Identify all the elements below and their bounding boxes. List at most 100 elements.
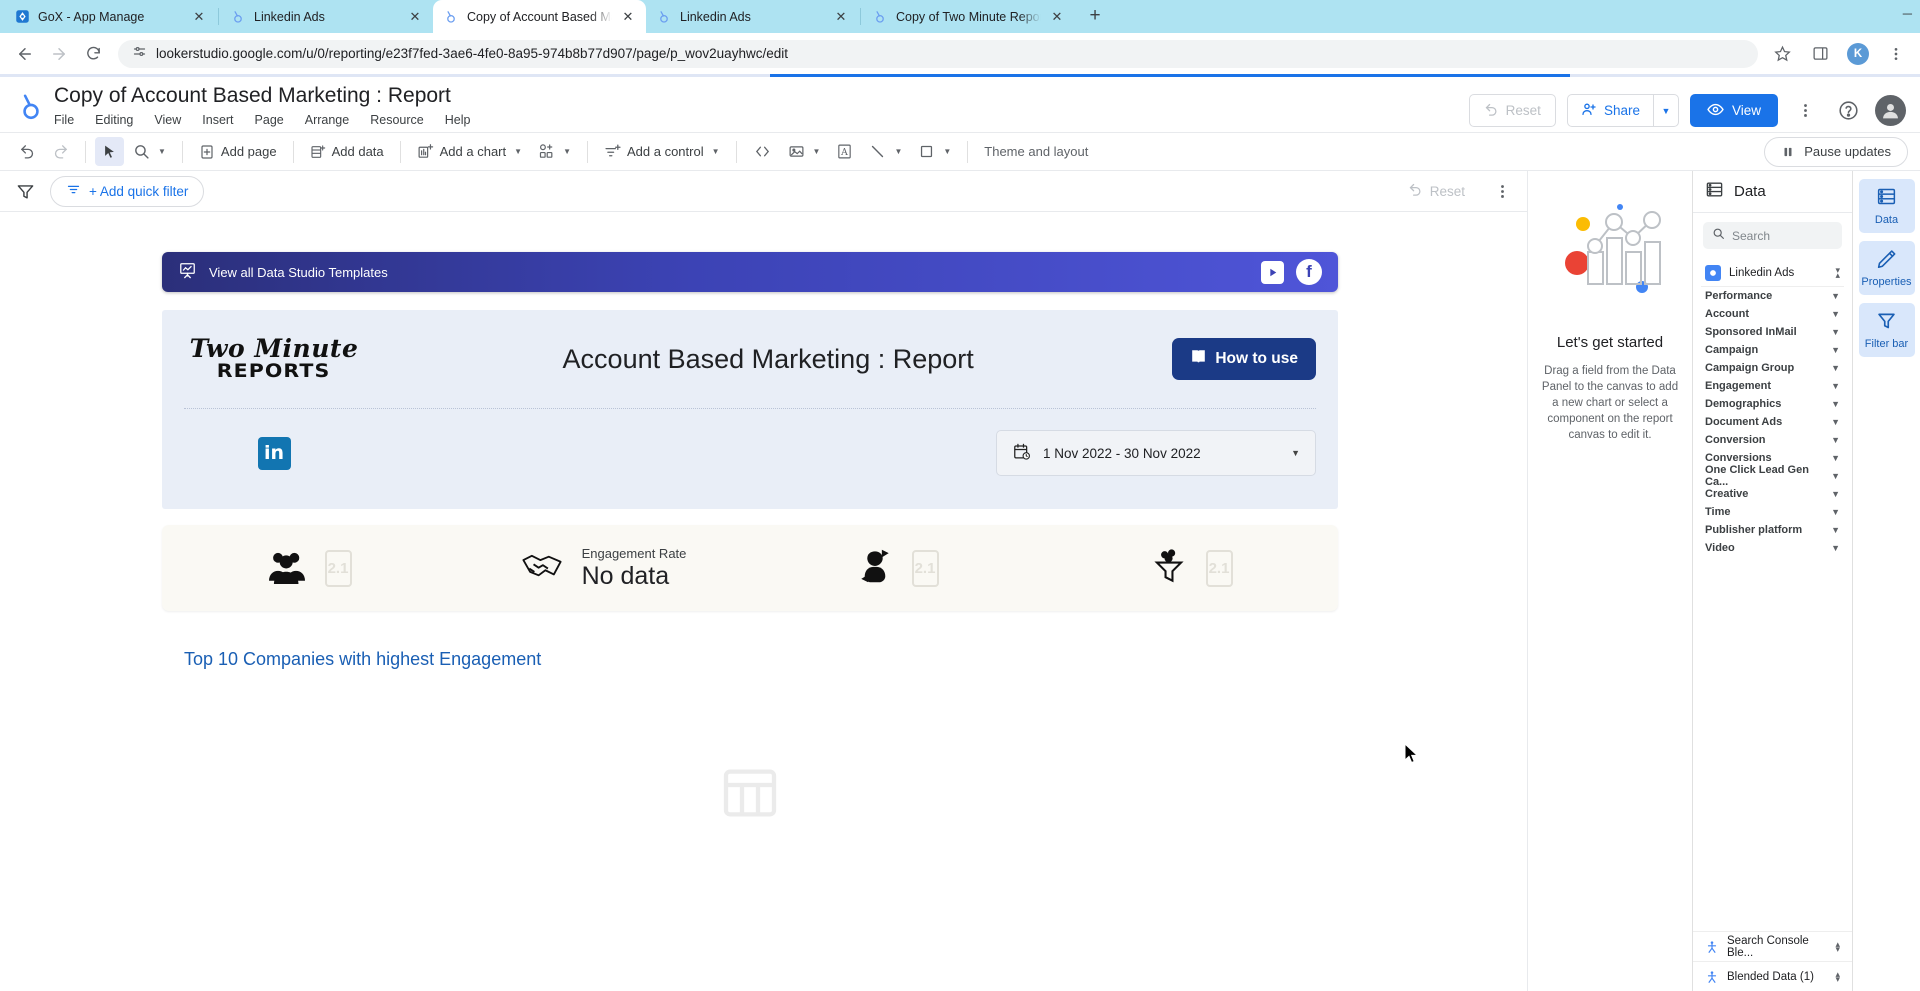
filter-bar-more-icon[interactable] [1489,183,1515,200]
youtube-icon[interactable] [1261,260,1284,284]
add-control-button[interactable]: Add a control ▼ [597,137,727,166]
data-field-engagement[interactable]: Engagement ▼ [1693,377,1852,395]
browser-tab-2-active[interactable]: Copy of Account Based Marke ✕ [433,0,646,33]
chevron-down-icon[interactable]: ▼ [1291,448,1300,458]
data-field-video[interactable]: Video ▼ [1693,539,1852,557]
scorecard-engagement[interactable]: 2.1 [750,525,1044,611]
bookmark-star-icon[interactable] [1768,40,1796,68]
expand-collapse-icon[interactable]: ▴ ▾ [1835,969,1840,983]
data-field-document-ads[interactable]: Document Ads ▼ [1693,413,1852,431]
embed-code-button[interactable] [746,137,779,166]
chevron-down-icon[interactable]: ▼ [1831,399,1840,409]
expand-collapse-icon[interactable]: ▾ ▴ [1835,265,1840,279]
facebook-icon[interactable]: f [1296,259,1322,285]
chevron-down-icon[interactable]: ▼ [894,147,902,156]
menu-resource[interactable]: Resource [370,111,424,129]
data-field-campaign[interactable]: Campaign ▼ [1693,341,1852,359]
more-options-icon[interactable] [1789,95,1821,127]
browser-tab-3[interactable]: Linkedin Ads ✕ [646,0,859,33]
add-community-viz-button[interactable]: ▼ [531,137,578,166]
chevron-down-icon[interactable]: ▼ [1831,453,1840,463]
report-canvas[interactable]: View all Data Studio Templates f Two Min… [0,212,1527,991]
reset-button[interactable]: Reset [1468,94,1556,127]
undo-button[interactable] [12,137,43,166]
menu-page[interactable]: Page [255,111,284,129]
data-field-publisher-platform[interactable]: Publisher platform ▼ [1693,521,1852,539]
insert-image-button[interactable]: ▼ [781,137,828,166]
browser-tab-1[interactable]: Linkedin Ads ✕ [220,0,433,33]
chevron-down-icon[interactable]: ▼ [1831,507,1840,517]
data-field-time[interactable]: Time ▼ [1693,503,1852,521]
data-field-performance[interactable]: Performance ▼ [1693,287,1852,305]
data-field-campaign-group[interactable]: Campaign Group ▼ [1693,359,1852,377]
help-icon[interactable] [1832,95,1864,127]
add-data-button[interactable]: Add data [303,137,391,166]
menu-help[interactable]: Help [445,111,471,129]
window-minimize-icon[interactable]: ─ [1903,6,1912,21]
chevron-down-icon[interactable]: ▼ [943,147,951,156]
chevron-down-icon[interactable]: ▼ [712,147,720,156]
omnibox[interactable]: lookerstudio.google.com/u/0/reporting/e2… [118,39,1758,68]
expand-collapse-icon[interactable]: ▴ ▾ [1835,939,1840,953]
menu-view[interactable]: View [154,111,181,129]
chevron-down-icon[interactable]: ▼ [1831,489,1840,499]
user-avatar[interactable] [1875,95,1906,126]
chevron-down-icon[interactable]: ▼ [1652,95,1678,126]
chevron-down-icon[interactable]: ▼ [1831,417,1840,427]
add-quick-filter-button[interactable]: + Add quick filter [50,175,205,207]
data-source-linkedin-ads[interactable]: Linkedin Ads ▾ ▴ [1701,259,1844,287]
close-icon[interactable]: ✕ [407,9,423,25]
menu-insert[interactable]: Insert [202,111,233,129]
scorecard-engagement-rate[interactable]: Engagement Rate No data [456,525,750,611]
data-field-conversion[interactable]: Conversion ▼ [1693,431,1852,449]
rail-button-filter-bar[interactable]: Filter bar [1858,303,1915,357]
add-page-button[interactable]: Add page [192,137,284,166]
chevron-down-icon[interactable]: ▼ [1831,435,1840,445]
date-range-control[interactable]: 1 Nov 2022 - 30 Nov 2022 ▼ [996,430,1316,476]
scorecard-funnel[interactable]: 2.1 [1044,525,1338,611]
add-chart-button[interactable]: Add a chart ▼ [410,137,529,166]
insert-line-button[interactable]: ▼ [862,137,909,166]
page-title[interactable]: Copy of Account Based Marketing : Report [54,83,1469,109]
chevron-down-icon[interactable]: ▼ [1831,471,1840,481]
rail-button-data[interactable]: Data [1858,179,1915,233]
profile-avatar[interactable]: K [1844,40,1872,68]
chevron-down-icon[interactable]: ▼ [1831,309,1840,319]
back-button[interactable] [10,39,40,69]
filter-reset-button[interactable]: Reset [1394,176,1479,207]
scorecard-audience[interactable]: 2.1 [162,525,456,611]
browser-tab-4[interactable]: Copy of Two Minute Reports ✕ [862,0,1075,33]
share-button[interactable]: Share ▼ [1566,94,1679,127]
close-icon[interactable]: ✕ [191,9,207,25]
forward-button[interactable] [44,39,74,69]
reload-button[interactable] [78,39,108,69]
view-button[interactable]: View [1689,94,1778,127]
close-icon[interactable]: ✕ [620,9,636,25]
chevron-down-icon[interactable]: ▼ [1831,363,1840,373]
menu-editing[interactable]: Editing [95,111,133,129]
chevron-down-icon[interactable]: ▼ [813,147,821,156]
filter-funnel-icon[interactable] [12,182,38,201]
menu-file[interactable]: File [54,111,74,129]
pause-updates-button[interactable]: Pause updates [1764,136,1908,167]
data-field-one-click-lead-gen[interactable]: One Click Lead Gen Ca... ▼ [1693,464,1852,488]
theme-and-layout-button[interactable]: Theme and layout [977,137,1095,166]
chevron-down-icon[interactable]: ▼ [1831,525,1840,535]
zoom-tool-button[interactable]: ▼ [126,137,173,166]
redo-button[interactable] [45,137,76,166]
new-tab-button[interactable]: + [1081,2,1109,30]
chevron-down-icon[interactable]: ▼ [1831,291,1840,301]
data-panel-search[interactable]: Search [1703,222,1842,249]
browser-menu-icon[interactable] [1882,40,1910,68]
insert-text-button[interactable]: A [829,137,860,166]
close-icon[interactable]: ✕ [1049,9,1065,25]
browser-tab-0[interactable]: GoX - App Manage ✕ [4,0,217,33]
extensions-icon[interactable] [1806,40,1834,68]
data-field-account[interactable]: Account ▼ [1693,305,1852,323]
blend-blended-data[interactable]: Blended Data (1) ▴ ▾ [1693,961,1852,991]
chevron-down-icon[interactable]: ▼ [158,147,166,156]
chevron-down-icon[interactable]: ▼ [1831,381,1840,391]
select-tool-button[interactable] [95,137,124,166]
chevron-down-icon[interactable]: ▼ [1831,543,1840,553]
blend-search-console[interactable]: Search Console Ble... ▴ ▾ [1693,931,1852,961]
